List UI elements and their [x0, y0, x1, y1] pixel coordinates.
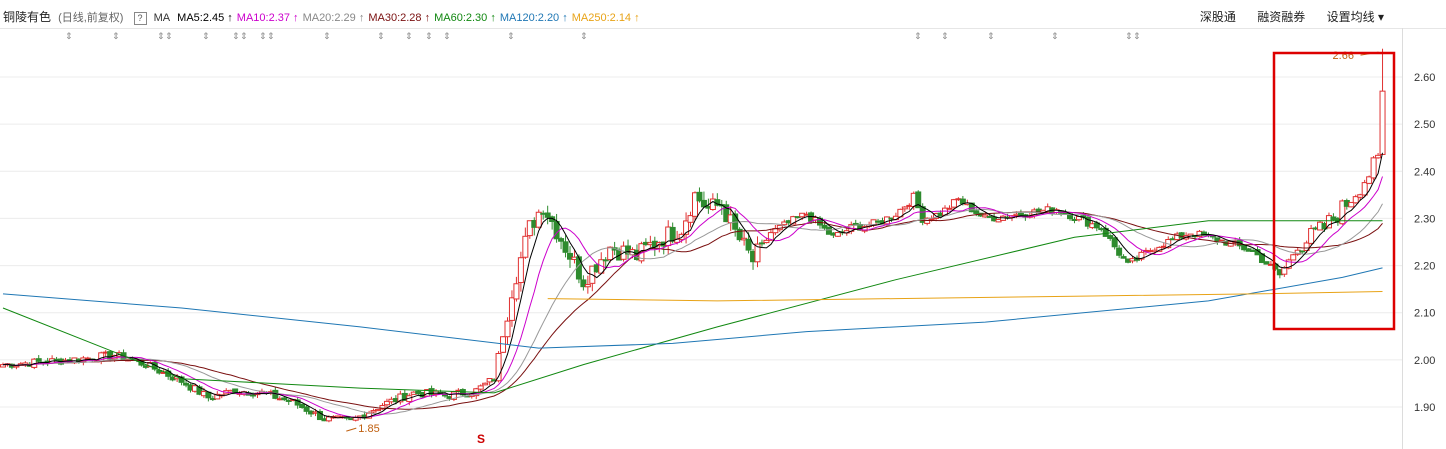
event-marker[interactable]: ⇕	[507, 32, 515, 42]
event-marker[interactable]: ⇕	[240, 32, 248, 42]
ma120-line[interactable]	[2, 267, 1383, 349]
event-marker[interactable]: ⇕	[580, 32, 588, 42]
event-marker[interactable]: ⇕	[405, 32, 413, 42]
candle-body[interactable]	[35, 358, 42, 362]
event-marker[interactable]: ⇕	[1133, 32, 1141, 42]
event-marker[interactable]: ⇕	[377, 32, 385, 42]
candle-body[interactable]	[558, 238, 565, 242]
candle-body[interactable]	[441, 394, 448, 397]
candle-body[interactable]	[745, 238, 752, 251]
candle-body[interactable]	[1379, 90, 1386, 155]
event-marker[interactable]: ⇕	[259, 32, 267, 42]
ma250-line[interactable]	[547, 291, 1383, 302]
event-marker[interactable]: ⇕	[323, 32, 331, 42]
candle-body[interactable]	[1361, 182, 1368, 196]
candle-body[interactable]	[513, 283, 520, 300]
price-axis	[1402, 28, 1446, 449]
event-marker[interactable]: ⇕	[232, 32, 240, 42]
candle-body[interactable]	[928, 218, 935, 221]
event-marker[interactable]: ⇕	[941, 32, 949, 42]
event-marker[interactable]: ⇕	[157, 32, 165, 42]
candle-body[interactable]	[281, 397, 288, 401]
event-marker[interactable]: ⇕	[112, 32, 120, 42]
candle-body[interactable]	[504, 320, 511, 338]
event-marker[interactable]: ⇕	[443, 32, 451, 42]
candle-body[interactable]	[1120, 256, 1127, 259]
candle-body[interactable]	[13, 365, 20, 368]
candle-body[interactable]	[946, 207, 953, 210]
candle-body[interactable]	[553, 220, 560, 240]
candle-body[interactable]	[517, 257, 524, 284]
event-marker[interactable]: ⇕	[267, 32, 275, 42]
candle-body[interactable]	[1263, 261, 1270, 265]
event-marker[interactable]: ⇕	[987, 32, 995, 42]
low-pointer	[346, 427, 357, 432]
candle-body[interactable]	[950, 199, 957, 208]
candle-body[interactable]	[696, 191, 703, 202]
event-marker[interactable]: ⇕	[202, 32, 210, 42]
candle-body[interactable]	[205, 391, 212, 399]
candlestick-chart[interactable]: 2.602.502.402.302.202.102.001.90⇕ ⇕ ⇕ ⇕ ⇕ ⇕ ⇕ ⇕…	[0, 0, 1446, 449]
candle-body[interactable]	[477, 385, 484, 390]
candle-body[interactable]	[562, 241, 569, 253]
candle-body[interactable]	[584, 284, 591, 288]
candle-body[interactable]	[522, 235, 529, 258]
candle-body[interactable]	[1375, 154, 1382, 159]
candle-body[interactable]	[375, 408, 382, 412]
event-marker[interactable]: ⇕	[65, 32, 73, 42]
candle-body[interactable]	[1116, 247, 1123, 256]
candle-body[interactable]	[1290, 254, 1297, 261]
candle-body[interactable]	[1299, 250, 1306, 253]
event-marker[interactable]: ⇕	[914, 32, 922, 42]
candle-body[interactable]	[1370, 157, 1377, 179]
event-marker[interactable]: ⇕	[425, 32, 433, 42]
low-price-label: 1.85	[358, 423, 379, 435]
candle-body[interactable]	[1111, 237, 1118, 248]
highlight-box	[1272, 51, 1396, 331]
ma60-line[interactable]	[2, 220, 1383, 394]
event-marker[interactable]: ⇕	[1125, 32, 1133, 42]
candle-body[interactable]	[1308, 228, 1315, 244]
event-marker[interactable]: ⇕	[1051, 32, 1059, 42]
candle-body[interactable]	[901, 206, 908, 210]
signal-s-marker[interactable]: S	[477, 432, 485, 446]
event-marker[interactable]: ⇕	[165, 32, 173, 42]
candle-body[interactable]	[482, 382, 489, 386]
candle-body[interactable]	[508, 297, 515, 321]
